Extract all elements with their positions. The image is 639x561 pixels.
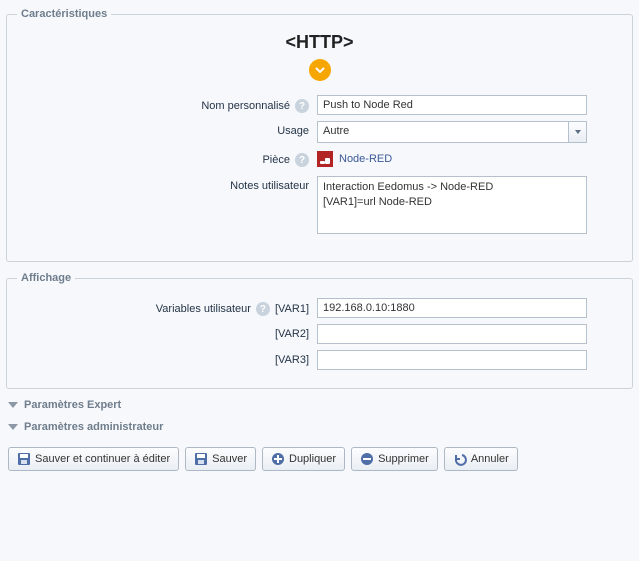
vars-label: Variables utilisateur bbox=[156, 303, 251, 315]
characteristics-legend: Caractéristiques bbox=[17, 8, 111, 20]
room-link[interactable]: Node-RED bbox=[317, 149, 392, 167]
chevron-down-icon bbox=[8, 424, 18, 430]
help-icon[interactable]: ? bbox=[295, 99, 309, 113]
var3-input[interactable] bbox=[317, 350, 587, 370]
save-button[interactable]: Sauver bbox=[185, 447, 256, 471]
save-icon bbox=[194, 452, 208, 466]
help-icon[interactable]: ? bbox=[256, 302, 270, 316]
var3-label: [VAR3] bbox=[275, 354, 309, 366]
var2-label: [VAR2] bbox=[275, 328, 309, 340]
undo-icon bbox=[453, 452, 467, 466]
device-header: <HTTP> bbox=[17, 32, 622, 81]
display-legend: Affichage bbox=[17, 272, 75, 284]
expert-params-toggle[interactable]: Paramètres Expert bbox=[8, 399, 631, 411]
device-title: <HTTP> bbox=[17, 32, 622, 53]
save-icon bbox=[17, 452, 31, 466]
node-red-icon bbox=[317, 151, 333, 167]
admin-params-label: Paramètres administrateur bbox=[24, 421, 163, 433]
notes-label: Notes utilisateur bbox=[230, 180, 309, 192]
characteristics-section: Caractéristiques <HTTP> Nom personnalisé… bbox=[6, 8, 633, 262]
expert-params-label: Paramètres Expert bbox=[24, 399, 121, 411]
delete-button[interactable]: Supprimer bbox=[351, 447, 438, 471]
room-name: Node-RED bbox=[339, 153, 392, 165]
chevron-down-icon[interactable] bbox=[568, 122, 586, 142]
var1-input[interactable] bbox=[317, 298, 587, 318]
var2-input[interactable] bbox=[317, 324, 587, 344]
expand-device-icon[interactable] bbox=[309, 59, 331, 81]
custom-name-input[interactable] bbox=[317, 95, 587, 115]
user-notes-textarea[interactable]: Interaction Eedomus -> Node-RED [VAR1]=u… bbox=[317, 176, 587, 234]
duplicate-button[interactable]: Dupliquer bbox=[262, 447, 345, 471]
usage-label: Usage bbox=[277, 125, 309, 137]
name-label: Nom personnalisé bbox=[201, 100, 290, 112]
chevron-down-icon bbox=[8, 402, 18, 408]
admin-params-toggle[interactable]: Paramètres administrateur bbox=[8, 421, 631, 433]
action-toolbar: Sauver et continuer à éditer Sauver Dupl… bbox=[4, 439, 635, 481]
help-icon[interactable]: ? bbox=[295, 153, 309, 167]
piece-label: Pièce bbox=[262, 154, 290, 166]
plus-icon bbox=[271, 452, 285, 466]
usage-select[interactable]: Autre bbox=[317, 121, 587, 143]
usage-value: Autre bbox=[318, 122, 568, 142]
save-continue-button[interactable]: Sauver et continuer à éditer bbox=[8, 447, 179, 471]
cancel-button[interactable]: Annuler bbox=[444, 447, 518, 471]
var1-label: [VAR1] bbox=[275, 303, 309, 315]
display-section: Affichage Variables utilisateur ? [VAR1]… bbox=[6, 272, 633, 389]
minus-icon bbox=[360, 452, 374, 466]
